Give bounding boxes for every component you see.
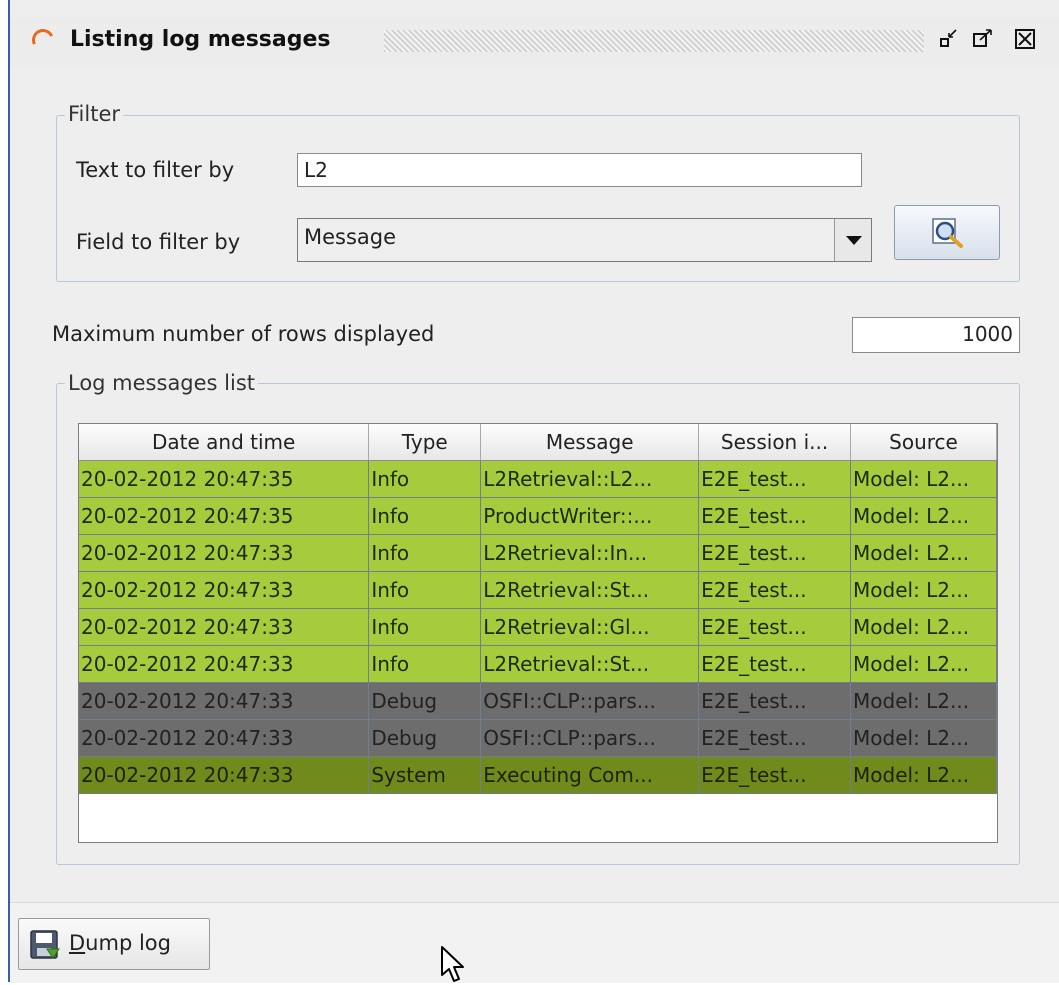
- dump-log-label: Dump log: [69, 931, 171, 955]
- cell-message: L2Retrieval::Gl...: [480, 608, 700, 646]
- log-window: Listing log messages Filter Text to filt…: [8, 0, 1059, 983]
- max-rows-value: 1000: [962, 322, 1013, 346]
- column-header[interactable]: Session i...: [698, 424, 852, 461]
- dump-log-rest: ump log: [85, 931, 171, 955]
- table-row[interactable]: 20-02-2012 20:47:33 Info L2Retrieval::St..…: [79, 571, 997, 609]
- window-title: Listing log messages: [70, 27, 331, 52]
- cell-source: Model: L2...: [850, 608, 997, 646]
- cell-source: Model: L2...: [850, 497, 997, 535]
- cell-datetime: 20-02-2012 20:47:33: [79, 534, 370, 572]
- table-row[interactable]: 20-02-2012 20:47:33 Info L2Retrieval::St..…: [79, 645, 997, 683]
- cell-session: E2E_test...: [698, 682, 852, 720]
- cell-type: Info: [368, 460, 482, 498]
- cell-session: E2E_test...: [698, 719, 852, 757]
- cell-type: Info: [368, 497, 482, 535]
- cell-source: Model: L2...: [850, 460, 997, 498]
- field-filter-select[interactable]: Message: [297, 218, 872, 262]
- cell-session: E2E_test...: [698, 534, 852, 572]
- log-table[interactable]: Date and time Type Message Session i... Sour…: [78, 423, 998, 843]
- cell-source: Model: L2...: [850, 571, 997, 609]
- cell-session: E2E_test...: [698, 756, 852, 794]
- mouse-cursor-icon: [441, 946, 464, 982]
- cell-source: Model: L2...: [850, 682, 997, 720]
- search-button[interactable]: [894, 205, 1000, 260]
- cell-source: Model: L2...: [850, 534, 997, 572]
- cell-type: Debug: [368, 682, 482, 720]
- cell-session: E2E_test...: [698, 460, 852, 498]
- cell-message: OSFI::CLP::pars...: [480, 719, 700, 757]
- table-header-row: Date and time Type Message Session i... Sour…: [79, 424, 997, 461]
- cell-message: L2Retrieval::In...: [480, 534, 700, 572]
- save-icon: [30, 930, 60, 959]
- table-row[interactable]: 20-02-2012 20:47:35 Info L2Retrieval::L2..…: [79, 460, 997, 498]
- cell-message: Executing Com...: [480, 756, 700, 794]
- chevron-down-icon[interactable]: [834, 219, 871, 261]
- field-filter-value: Message: [304, 225, 397, 249]
- dump-log-mnemonic: D: [69, 931, 86, 955]
- text-filter-value: L2: [304, 158, 328, 182]
- cell-source: Model: L2...: [850, 756, 997, 794]
- table-row[interactable]: 20-02-2012 20:47:33 System Executing Com..…: [79, 756, 997, 794]
- cell-datetime: 20-02-2012 20:47:35: [79, 497, 370, 535]
- cell-message: L2Retrieval::St...: [480, 645, 700, 683]
- cell-message: ProductWriter::...: [480, 497, 700, 535]
- table-row[interactable]: 20-02-2012 20:47:33 Info L2Retrieval::In..…: [79, 534, 997, 572]
- field-filter-label: Field to filter by: [76, 230, 241, 254]
- cell-source: Model: L2...: [850, 645, 997, 683]
- title-drag-area[interactable]: [384, 30, 924, 52]
- dump-log-button[interactable]: Dump log: [18, 918, 210, 970]
- cell-source: Model: L2...: [850, 719, 997, 757]
- cell-message: L2Retrieval::St...: [480, 571, 700, 609]
- cell-session: E2E_test...: [698, 645, 852, 683]
- table-row[interactable]: 20-02-2012 20:47:35 Info ProductWriter::..…: [79, 497, 997, 535]
- filter-legend: Filter: [65, 102, 124, 126]
- cell-session: E2E_test...: [698, 571, 852, 609]
- cell-type: Info: [368, 534, 482, 572]
- text-filter-input[interactable]: L2: [297, 153, 862, 187]
- title-bar[interactable]: Listing log messages: [10, 18, 1059, 68]
- column-header[interactable]: Date and time: [79, 424, 370, 461]
- cell-datetime: 20-02-2012 20:47:35: [79, 460, 370, 498]
- minimize-icon[interactable]: [938, 28, 960, 50]
- cell-type: Info: [368, 645, 482, 683]
- cell-datetime: 20-02-2012 20:47:33: [79, 608, 370, 646]
- max-rows-input[interactable]: 1000: [852, 317, 1020, 353]
- cell-datetime: 20-02-2012 20:47:33: [79, 571, 370, 609]
- column-header[interactable]: Type: [368, 424, 482, 461]
- max-rows-label: Maximum number of rows displayed: [52, 322, 435, 346]
- cell-session: E2E_test...: [698, 497, 852, 535]
- table-row[interactable]: 20-02-2012 20:47:33 Debug OSFI::CLP::pars.…: [79, 682, 997, 720]
- cell-session: E2E_test...: [698, 608, 852, 646]
- loading-spinner-icon: [28, 25, 58, 55]
- cell-type: Info: [368, 571, 482, 609]
- column-header[interactable]: Source: [850, 424, 997, 461]
- text-filter-label: Text to filter by: [76, 158, 235, 182]
- cell-datetime: 20-02-2012 20:47:33: [79, 719, 370, 757]
- cell-message: L2Retrieval::L2...: [480, 460, 700, 498]
- maximize-icon[interactable]: [972, 28, 994, 50]
- close-icon[interactable]: [1014, 28, 1036, 50]
- cell-datetime: 20-02-2012 20:47:33: [79, 682, 370, 720]
- search-icon: [932, 218, 963, 248]
- log-list-legend: Log messages list: [65, 371, 259, 395]
- cell-message: OSFI::CLP::pars...: [480, 682, 700, 720]
- column-header[interactable]: Message: [480, 424, 700, 461]
- bottom-toolbar: Dump log: [10, 902, 1059, 983]
- cell-type: System: [368, 756, 482, 794]
- cell-type: Info: [368, 608, 482, 646]
- cell-datetime: 20-02-2012 20:47:33: [79, 756, 370, 794]
- cell-type: Debug: [368, 719, 482, 757]
- cell-datetime: 20-02-2012 20:47:33: [79, 645, 370, 683]
- table-row[interactable]: 20-02-2012 20:47:33 Info L2Retrieval::Gl..…: [79, 608, 997, 646]
- table-row[interactable]: 20-02-2012 20:47:33 Debug OSFI::CLP::pars.…: [79, 719, 997, 757]
